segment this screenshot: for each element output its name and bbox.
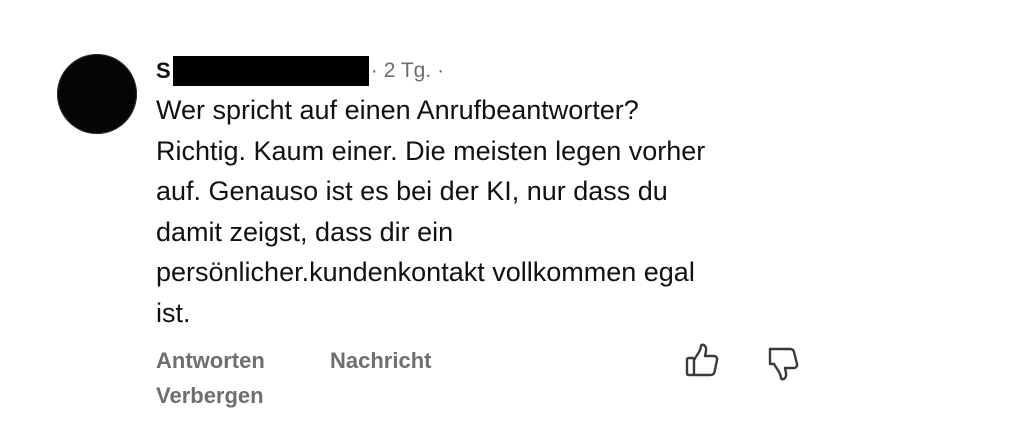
thumbs-up-icon[interactable] — [684, 343, 720, 379]
reply-button[interactable]: Antworten — [156, 346, 265, 376]
timestamp: 2 Tg. — [383, 59, 432, 82]
comment-text: Wer spricht auf einen Anrufbeantworter? … — [156, 95, 706, 328]
comment-item: S · 2 Tg. · Wer spricht auf einen Anrufb… — [0, 0, 1032, 438]
avatar[interactable] — [57, 54, 137, 134]
hide-button[interactable]: Verbergen — [156, 381, 264, 411]
meta-separator-right: · — [437, 59, 445, 82]
message-button[interactable]: Nachricht — [330, 346, 431, 376]
thumbs-down-icon[interactable] — [764, 345, 800, 381]
author-name-redaction — [172, 56, 369, 86]
meta-separator-left: · — [370, 59, 378, 82]
author-name[interactable]: S — [156, 56, 171, 86]
comment-header: S · 2 Tg. · — [156, 56, 444, 86]
